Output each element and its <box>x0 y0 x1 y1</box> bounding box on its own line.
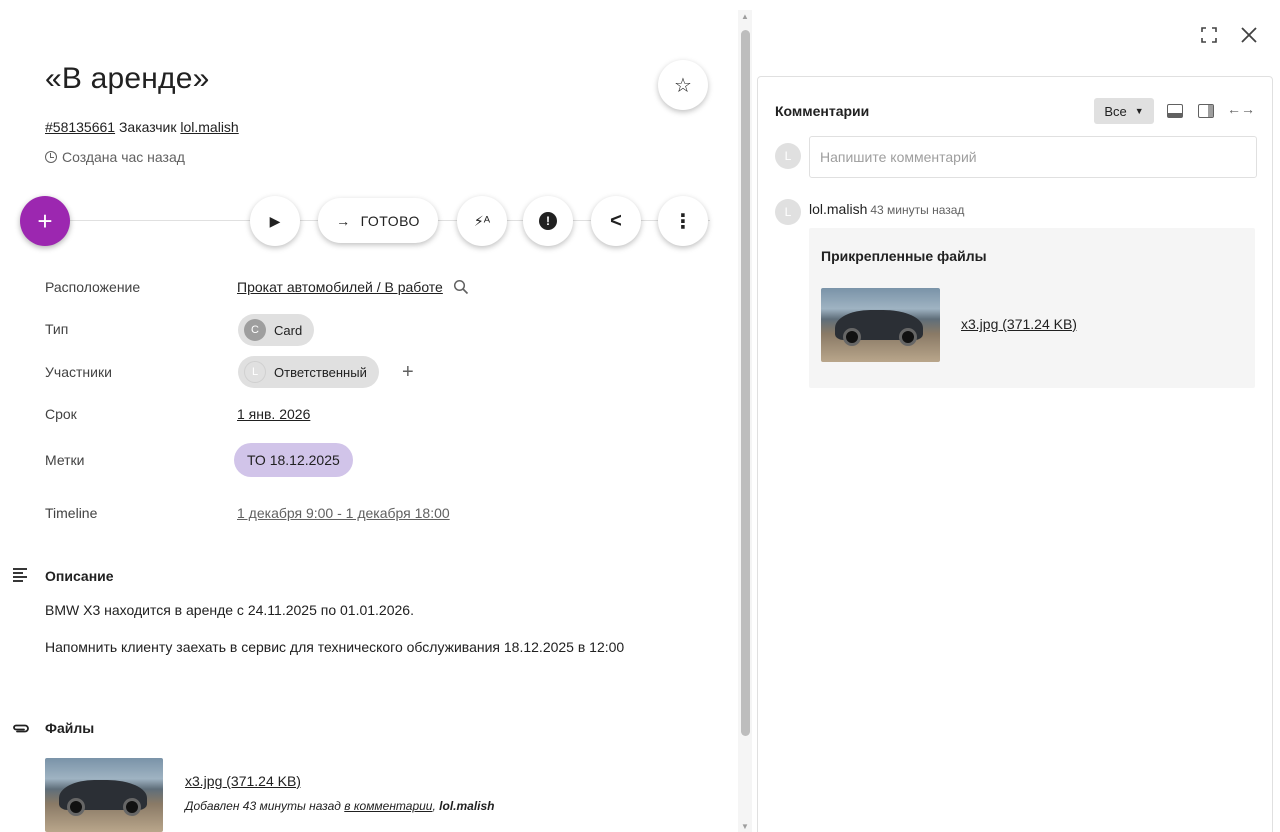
clock-icon <box>45 151 57 163</box>
tag-chip[interactable]: ТО 18.12.2025 <box>234 443 353 477</box>
done-button-label: ГОТОВО <box>360 212 420 229</box>
comment-author-avatar: L <box>775 199 801 225</box>
car-wheel <box>899 328 917 346</box>
file-link[interactable]: x3.jpg (371.24 KB) <box>185 773 301 789</box>
scroll-up-arrow[interactable]: ▲ <box>741 12 749 21</box>
files-title: Файлы <box>45 720 95 736</box>
favorite-star-button[interactable]: ☆ <box>658 60 708 110</box>
comment-input[interactable]: Напишите комментарий <box>809 136 1257 178</box>
file-thumbnail[interactable] <box>45 758 163 832</box>
timeline-value[interactable]: 1 декабря 9:00 - 1 декабря 18:00 <box>237 505 450 521</box>
page-title: «В аренде» <box>45 62 210 95</box>
file-meta: Добавлен 43 минуты назад в комментарии, … <box>185 799 495 813</box>
scrollbar-thumb[interactable] <box>741 30 750 736</box>
more-button[interactable]: ⋮ <box>658 196 708 246</box>
current-user-avatar: L <box>775 143 801 169</box>
search-icon[interactable] <box>453 279 469 295</box>
participant-chip[interactable]: L Ответственный <box>238 356 379 388</box>
type-avatar: C <box>244 319 266 341</box>
comments-panel: Комментарии Все ▼ ←→ L Напишите коммента… <box>757 76 1273 832</box>
close-icon[interactable] <box>1240 26 1258 44</box>
comments-title: Комментарии <box>775 103 870 119</box>
task-subtitle: #58135661 Заказчик lol.malish <box>45 119 239 135</box>
type-value: Card <box>274 322 303 338</box>
timeline-label: Timeline <box>45 505 98 521</box>
customer-link[interactable]: lol.malish <box>180 119 238 135</box>
comment-header: lol.malish 43 минуты назад <box>809 201 964 217</box>
add-participant-icon[interactable]: + <box>402 361 414 384</box>
deadline-label: Срок <box>45 406 77 422</box>
description-line: Напомнить клиенту заехать в сервис для т… <box>45 639 625 655</box>
car-wheel <box>843 328 861 346</box>
car-wheel <box>123 798 141 816</box>
fullscreen-icon[interactable] <box>1200 26 1218 44</box>
share-button[interactable]: < <box>591 196 641 246</box>
done-button[interactable]: → ГОТОВО <box>318 198 438 243</box>
window-controls <box>1200 26 1258 44</box>
scroll-down-arrow[interactable]: ▼ <box>741 822 749 831</box>
location-link[interactable]: Прокат автомобилей / В работе <box>237 279 443 295</box>
task-card: «В аренде» #58135661 Заказчик lol.malish… <box>0 0 740 832</box>
attachment-link[interactable]: x3.jpg (371.24 KB) <box>961 316 1077 332</box>
description-line: BMW X3 находится в аренде с 24.11.2025 п… <box>45 602 414 618</box>
bottom-panel-icon[interactable] <box>1167 104 1183 118</box>
arrow-right-icon: → <box>336 212 351 229</box>
comment-time: 43 минуты назад <box>870 203 965 217</box>
comments-filter-dropdown[interactable]: Все ▼ <box>1094 98 1154 124</box>
alert-icon: ! <box>539 212 557 230</box>
priority-button[interactable]: ! <box>523 196 573 246</box>
file-meta-author: lol.malish <box>439 799 495 813</box>
task-id-link[interactable]: #58135661 <box>45 119 115 135</box>
participant-role: Ответственный <box>274 364 367 380</box>
type-label: Тип <box>45 321 69 337</box>
resize-arrows-icon[interactable]: ←→ <box>1227 101 1255 117</box>
customer-label: Заказчик <box>118 119 177 135</box>
participants-label: Участники <box>45 364 112 380</box>
add-button[interactable]: + <box>20 196 70 246</box>
car-wheel <box>67 798 85 816</box>
location-label: Расположение <box>45 279 141 295</box>
automation-button[interactable]: ⚡ᴬ <box>457 196 507 246</box>
comment-author[interactable]: lol.malish <box>809 201 867 217</box>
filter-value: Все <box>1104 103 1127 119</box>
participant-avatar: L <box>244 361 266 383</box>
location-row: Прокат автомобилей / В работе <box>237 279 469 295</box>
created-text: Создана час назад <box>62 149 185 165</box>
comment-attachment-box: Прикрепленные файлы x3.jpg (371.24 KB) <box>809 228 1255 388</box>
chevron-down-icon: ▼ <box>1134 106 1144 116</box>
side-panel-icon[interactable] <box>1198 104 1214 118</box>
play-button[interactable]: ▶ <box>250 196 300 246</box>
created-info: Создана час назад <box>45 149 185 165</box>
attached-files-title: Прикрепленные файлы <box>821 248 987 264</box>
tags-label: Метки <box>45 452 85 468</box>
attachment-thumbnail[interactable] <box>821 288 940 362</box>
description-icon <box>12 567 28 587</box>
type-chip[interactable]: C Card <box>238 314 315 346</box>
file-meta-prefix: Добавлен 43 минуты назад <box>185 799 341 813</box>
file-meta-link[interactable]: в комментарии <box>344 799 432 813</box>
description-title: Описание <box>45 568 114 584</box>
deadline-value[interactable]: 1 янв. 2026 <box>237 406 310 422</box>
paperclip-icon <box>12 721 30 739</box>
